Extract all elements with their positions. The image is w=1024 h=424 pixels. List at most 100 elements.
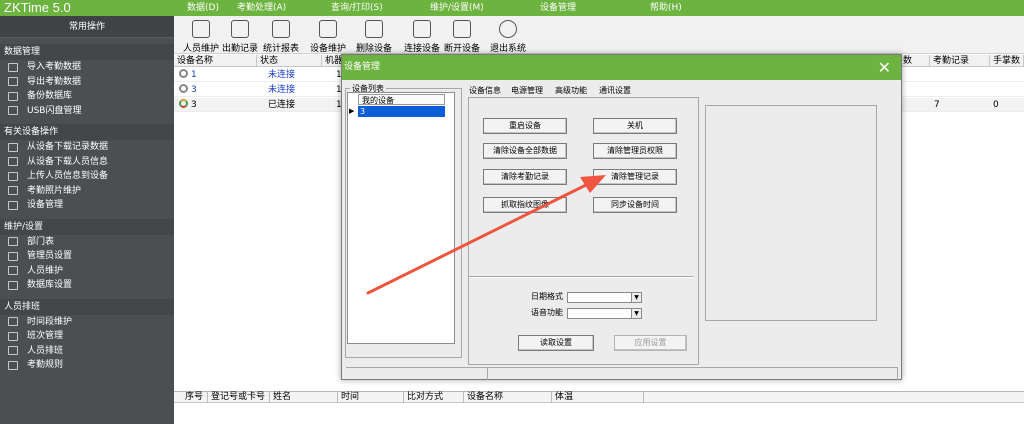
col-name[interactable]: 姓名	[270, 392, 338, 403]
sidebar-item-download-users[interactable]: 从设备下载人员信息	[0, 155, 174, 170]
clear-attendance-button[interactable]: 清除考勤记录	[483, 169, 567, 185]
col-time[interactable]: 时间	[338, 392, 404, 403]
tab-power[interactable]: 电源管理	[511, 85, 543, 97]
sidebar-item-usb[interactable]: USB闪盘管理	[0, 104, 174, 119]
sync-time-button[interactable]: 同步设备时间	[593, 197, 677, 213]
usb-icon	[8, 106, 18, 116]
backup-icon	[8, 91, 18, 101]
row-pointer-icon: ▶	[349, 107, 355, 115]
clear-admin-button[interactable]: 清除管理员权限	[593, 143, 677, 159]
col-device-name[interactable]: 设备名称	[174, 55, 257, 67]
menu-query-print[interactable]: 查询/打印(S)	[331, 0, 383, 16]
dialog-title-bar: 设备管理 ✕	[342, 55, 901, 80]
log-table-header: 序号 登记号或卡号 姓名 时间 比对方式 设备名称 体温	[174, 391, 1024, 403]
toolbar-disconnect-button[interactable]: 断开设备	[443, 18, 481, 54]
record-icon	[231, 20, 249, 38]
toolbar-users-button[interactable]: 人员维护	[182, 18, 220, 54]
log-table-body	[174, 403, 1024, 424]
sidebar-item-admins[interactable]: 管理员设置	[0, 249, 174, 264]
read-settings-button[interactable]: 读取设置	[518, 335, 594, 351]
menu-device-management[interactable]: 设备管理	[540, 0, 576, 16]
sidebar-item-db-settings[interactable]: 数据库设置	[0, 278, 174, 293]
download-icon	[8, 142, 18, 152]
col-device[interactable]: 设备名称	[464, 392, 552, 403]
sidebar-section-device[interactable]: 有关设备操作	[0, 124, 174, 140]
rules-icon	[8, 360, 18, 370]
sidebar-section-maintain[interactable]: 维护/设置	[0, 218, 174, 235]
col-status[interactable]: 状态	[257, 55, 322, 67]
sidebar-item-shifts[interactable]: 班次管理	[0, 329, 174, 344]
device-list-group: 设备列表 我的设备 ▶ 3	[345, 83, 462, 358]
gear-icon	[8, 200, 18, 210]
voice-select[interactable]: ▼	[567, 308, 642, 319]
sidebar-item-users[interactable]: 人员维护	[0, 264, 174, 279]
col-enroll-id[interactable]: 登记号或卡号	[208, 392, 270, 403]
calendar-icon	[8, 317, 18, 327]
device-list[interactable]: 我的设备 ▶ 3	[347, 92, 455, 344]
capture-fingerprint-button[interactable]: 抓取指纹图像	[483, 197, 567, 213]
col-verify-mode[interactable]: 比对方式	[404, 392, 464, 403]
sidebar-item-rules[interactable]: 考勤规则	[0, 358, 174, 373]
date-format-select[interactable]: ▼	[567, 292, 642, 303]
sidebar: 常用操作 数据管理 导入考勤数据 导出考勤数据 备份数据库 USB闪盘管理 有关…	[0, 16, 174, 424]
sidebar-item-upload-users[interactable]: 上传人员信息到设备	[0, 169, 174, 184]
divider	[469, 276, 694, 278]
voice-label: 语音功能	[531, 308, 563, 317]
database-icon	[8, 280, 18, 290]
toolbar-connect-button[interactable]: 连接设备	[403, 18, 441, 54]
toolbar-exit-button[interactable]: 退出系统	[489, 18, 527, 54]
list-item[interactable]: ▶ 3	[348, 106, 454, 117]
col-temperature[interactable]: 体温	[552, 392, 644, 403]
export-icon	[8, 77, 18, 87]
shutdown-button[interactable]: 关机	[593, 118, 677, 134]
sidebar-section-data[interactable]: 数据管理	[0, 44, 174, 60]
status-cell	[346, 368, 488, 380]
import-icon	[8, 62, 18, 72]
apply-settings-button[interactable]: 应用设置	[614, 335, 687, 351]
clear-management-log-button[interactable]: 清除管理记录	[593, 169, 677, 185]
col-count[interactable]: 数	[900, 55, 930, 67]
sidebar-item-download-records[interactable]: 从设备下载记录数据	[0, 140, 174, 155]
schedule-icon	[8, 346, 18, 356]
sidebar-item-backup-db[interactable]: 备份数据库	[0, 89, 174, 104]
clear-all-data-button[interactable]: 清除设备全部数据	[483, 143, 567, 159]
col-index[interactable]: 序号	[182, 392, 208, 403]
connected-icon	[179, 99, 188, 108]
menu-data[interactable]: 数据(D)	[187, 0, 219, 16]
sidebar-item-device-manage[interactable]: 设备管理	[0, 198, 174, 213]
tab-advanced[interactable]: 高级功能	[555, 85, 587, 97]
sidebar-item-timeslots[interactable]: 时间段维护	[0, 315, 174, 330]
menu-maintain-settings[interactable]: 维护/设置(M)	[430, 0, 484, 16]
toolbar-device-button[interactable]: 设备维护	[307, 18, 349, 54]
chevron-down-icon: ▼	[631, 293, 641, 302]
clock-icon	[8, 331, 18, 341]
toolbar: 人员维护 出勤记录 统计报表 设备维护 删除设备 连接设备 断开设备 退出系统	[174, 16, 1024, 54]
sidebar-section-shift[interactable]: 人员排班	[0, 298, 174, 315]
col-palm[interactable]: 手掌数	[990, 55, 1024, 67]
dialog-status-bar	[346, 367, 898, 380]
sidebar-item-departments[interactable]: 部门表	[0, 235, 174, 250]
department-icon	[8, 237, 18, 247]
sidebar-item-import-data[interactable]: 导入考勤数据	[0, 60, 174, 75]
toolbar-delete-device-button[interactable]: 删除设备	[356, 18, 392, 54]
power-icon	[499, 20, 517, 38]
toolbar-attendance-button[interactable]: 出勤记录	[221, 18, 259, 54]
col-att-records[interactable]: 考勤记录	[930, 55, 990, 67]
tab-device-info[interactable]: 设备信息	[469, 85, 501, 97]
sidebar-item-photos[interactable]: 考勤照片维护	[0, 184, 174, 199]
title-menu-bar: ZKTime 5.0 数据(D) 考勤处理(A) 查询/打印(S) 维护/设置(…	[0, 0, 1024, 16]
sidebar-item-export-data[interactable]: 导出考勤数据	[0, 75, 174, 90]
sync-icon	[179, 84, 188, 93]
report-icon	[272, 20, 290, 38]
play-icon	[413, 20, 431, 38]
menu-attendance[interactable]: 考勤处理(A)	[237, 0, 286, 16]
chevron-down-icon: ▼	[631, 309, 641, 318]
tab-comm[interactable]: 通讯设置	[599, 85, 631, 97]
restart-device-button[interactable]: 重启设备	[483, 118, 567, 134]
menu-help[interactable]: 帮助(H)	[650, 0, 682, 16]
close-icon[interactable]: ✕	[878, 55, 891, 80]
sidebar-item-scheduling[interactable]: 人员排班	[0, 344, 174, 359]
device-icon	[319, 20, 337, 38]
users-icon	[192, 20, 210, 38]
toolbar-report-button[interactable]: 统计报表	[261, 18, 301, 54]
